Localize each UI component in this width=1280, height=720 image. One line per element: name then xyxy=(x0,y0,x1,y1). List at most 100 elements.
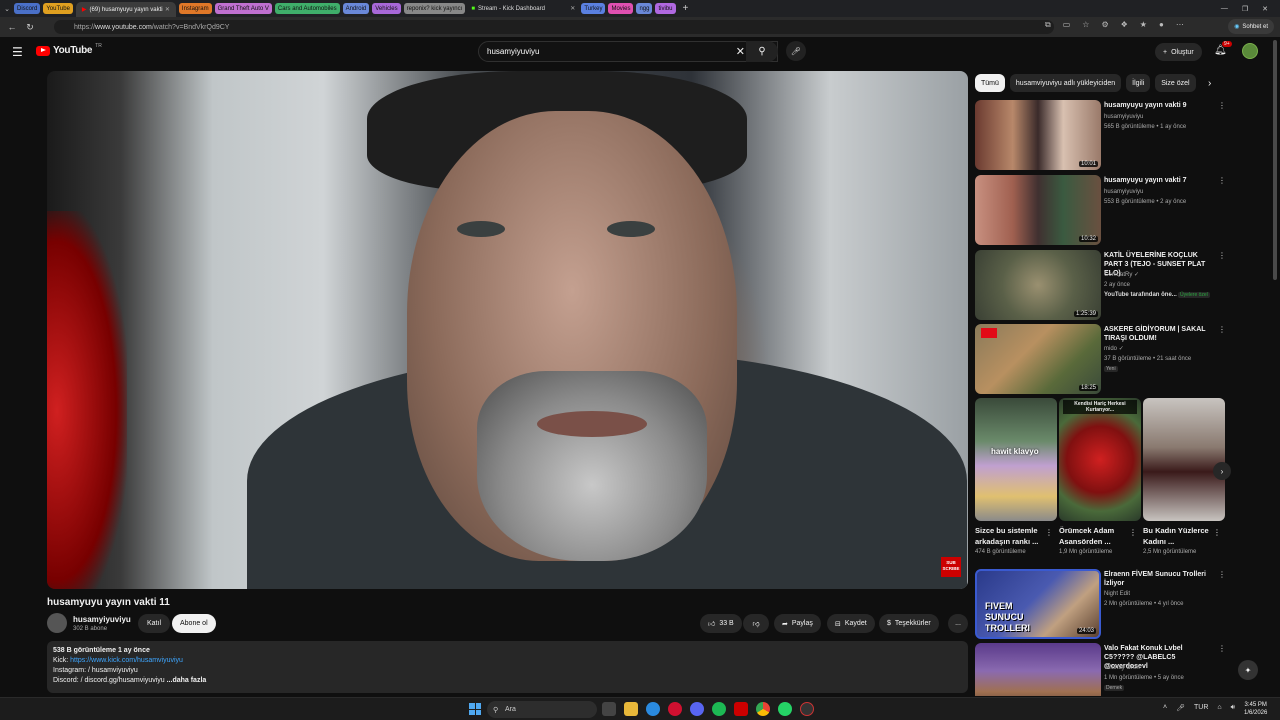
chip-related[interactable]: İlgili xyxy=(1126,74,1151,92)
windows-start-icon[interactable] xyxy=(469,703,481,715)
tab-group-cars[interactable]: Cars and Automobiles xyxy=(274,3,340,14)
channel-name[interactable]: husamyiyuviyu xyxy=(73,615,131,624)
taskbar-search[interactable]: ⚲ Ara xyxy=(487,701,597,718)
minimize-icon[interactable]: — xyxy=(1221,5,1228,12)
video-description[interactable]: 538 B görüntüleme 1 ay önce Kick: https:… xyxy=(47,641,968,693)
tab-group-android[interactable]: Android xyxy=(342,3,370,14)
save-button[interactable]: ⊟ Kaydet xyxy=(827,614,875,633)
tab-group-turkey[interactable]: Turkey xyxy=(581,3,606,14)
more-vert-icon[interactable]: ⋮ xyxy=(1218,251,1226,260)
search-button[interactable]: ⚲ xyxy=(746,41,778,62)
more-vert-icon[interactable]: ⋮ xyxy=(1218,644,1225,653)
language-indicator[interactable]: TUR xyxy=(1194,704,1208,712)
dislike-button[interactable]: 👎︎ xyxy=(743,614,769,633)
volume-icon[interactable]: 🔊︎ xyxy=(1231,704,1235,712)
kick-link[interactable]: https://www.kick.com/husamviyuviyu xyxy=(70,657,183,664)
translate-icon[interactable]: ⧉ xyxy=(1045,20,1051,30)
favorite-star-icon[interactable]: ☆ xyxy=(1082,20,1089,30)
clear-search-icon[interactable]: ✕ xyxy=(736,45,745,58)
tab-close-icon[interactable]: ✕ xyxy=(165,6,170,13)
page-scrollbar[interactable] xyxy=(1273,40,1277,280)
whatsapp-icon[interactable] xyxy=(778,702,792,716)
tab-menu-icon[interactable]: ⌄ xyxy=(0,0,14,17)
extensions-icon[interactable]: ⚙ xyxy=(1101,20,1108,30)
more-actions-button[interactable]: ... xyxy=(948,614,968,633)
floating-widget-icon[interactable]: ✦ xyxy=(1238,660,1258,680)
discord-icon[interactable] xyxy=(690,702,704,716)
tab-kick-dashboard[interactable]: ■ Stream - Kick Dashboard ✕ xyxy=(468,3,578,14)
recommended-video[interactable]: 18:25 ASKERE GİDİYORUM | SAKAL TIRAŞI OL… xyxy=(975,324,1226,394)
voice-search-button[interactable]: 🎤︎ xyxy=(786,41,806,61)
channel-avatar[interactable] xyxy=(47,613,67,633)
account-avatar[interactable] xyxy=(1242,43,1258,59)
like-button[interactable]: 👍︎ 33 B xyxy=(700,614,742,633)
copilot-chat-button[interactable]: ◉ Sohbet et xyxy=(1228,19,1274,34)
network-icon[interactable]: ⌂ xyxy=(1217,704,1221,712)
tab-group-vehicles[interactable]: Vehicles xyxy=(372,3,401,14)
tab-group-reponix[interactable]: reponix? kick yayıncı xyxy=(403,3,466,14)
tab-group-gta[interactable]: Grand Theft Auto V xyxy=(214,3,272,14)
chrome-icon[interactable] xyxy=(756,702,770,716)
tab-group-ngg[interactable]: ngg xyxy=(636,3,653,14)
chip-all[interactable]: Tümü xyxy=(975,74,1005,92)
edge-browser-icon[interactable] xyxy=(646,702,660,716)
file-explorer-icon[interactable] xyxy=(624,702,638,716)
restore-icon[interactable]: ❐ xyxy=(1242,5,1248,13)
new-tab-icon[interactable]: + xyxy=(683,3,689,14)
subscribe-button[interactable]: Abone ol xyxy=(172,614,216,633)
join-button[interactable]: Katıl xyxy=(138,614,171,633)
tab-active-youtube-video[interactable]: ▶ (69) husamyuyu yayın vakti ✕ xyxy=(75,2,176,17)
taskbar-clock[interactable]: 3:45 PM 1/6/2026 xyxy=(1244,701,1267,717)
sync-icon[interactable]: ❖ xyxy=(1121,20,1128,30)
youtube-logo[interactable]: YouTube TR xyxy=(36,43,102,56)
close-window-icon[interactable]: ✕ xyxy=(1262,5,1268,13)
back-icon[interactable]: ← xyxy=(6,22,18,32)
more-menu-icon[interactable]: ⋯ xyxy=(1176,20,1184,30)
tab-group-youtube[interactable]: YouTube xyxy=(43,3,73,14)
recommended-video[interactable]: 1:25:39 KATİL ÜYELERİNE KOÇLUK PART 3 (T… xyxy=(975,250,1226,320)
short-video[interactable]: Kendisi Hariç Herkesi Kurtarıyor... xyxy=(1059,398,1141,521)
more-vert-icon[interactable]: ⋮ xyxy=(1218,176,1226,185)
spotify-icon[interactable] xyxy=(712,702,726,716)
tab-group-movies[interactable]: Movies xyxy=(608,3,634,14)
share-button[interactable]: ➦ Paylaş xyxy=(774,614,821,633)
app-icon[interactable] xyxy=(800,702,814,716)
task-view-icon[interactable] xyxy=(602,702,616,716)
subscribe-watermark[interactable]: SUB SCRIBE xyxy=(941,557,961,577)
video-player[interactable]: SUB SCRIBE xyxy=(47,71,968,589)
hamburger-menu-icon[interactable]: ☰ xyxy=(12,45,23,59)
chevron-right-icon[interactable]: › xyxy=(1208,78,1211,89)
search-input[interactable]: husamyiyuviyu ✕ xyxy=(478,41,778,62)
tab-group-instagram[interactable]: Instagram xyxy=(178,3,212,14)
more-vert-icon[interactable]: ⋮ xyxy=(1045,528,1053,537)
address-bar[interactable]: https://www.youtube.com/watch?v=BndVkrQd… xyxy=(54,20,1054,34)
tab-group-tivibu[interactable]: tivibu xyxy=(655,3,676,14)
thanks-button[interactable]: $ Teşekkürler xyxy=(879,614,939,633)
chip-for-you[interactable]: Size özel xyxy=(1155,74,1196,92)
chip-from-uploader[interactable]: husamviyuviyu adlı yükleyiciden xyxy=(1009,74,1122,92)
more-vert-icon[interactable]: ⋮ xyxy=(1218,325,1226,334)
show-more-link[interactable]: ...daha fazla xyxy=(167,677,207,684)
recommended-video[interactable]: 10:32 husamyuyu yayın vakti 7 husamyiyuv… xyxy=(975,175,1226,245)
recommended-video[interactable]: 10:01 husamyuyu yayın vakti 9 husamyiyuv… xyxy=(975,100,1226,170)
opera-icon[interactable] xyxy=(668,702,682,716)
more-vert-icon[interactable]: ⋮ xyxy=(1218,570,1226,579)
short-video[interactable]: hawit klavyo xyxy=(975,398,1057,521)
recommended-video[interactable]: FIVEM SUNUCU TROLLERI 24:03 Elraenn FİVE… xyxy=(975,569,1226,639)
more-vert-icon[interactable]: ⋮ xyxy=(1218,101,1226,110)
more-vert-icon[interactable]: ⋮ xyxy=(1129,528,1137,537)
tab-close-icon[interactable]: ✕ xyxy=(570,5,575,12)
recommended-video[interactable]: Valo Fakat Konuk Lvbel C5????? @LABELC5 … xyxy=(975,643,1225,696)
profile-icon[interactable]: ● xyxy=(1159,20,1164,30)
tray-overflow-icon[interactable]: ˄ xyxy=(1163,704,1167,712)
create-button[interactable]: + Oluştur xyxy=(1155,43,1202,61)
tab-group-discord[interactable]: Discord xyxy=(14,3,41,14)
reload-icon[interactable]: ↻ xyxy=(24,22,36,33)
more-vert-icon[interactable]: ⋮ xyxy=(1213,528,1221,537)
shorts-next-button[interactable]: › xyxy=(1213,462,1231,480)
short-video[interactable] xyxy=(1143,398,1225,521)
reader-icon[interactable]: ▭ xyxy=(1063,20,1071,30)
mic-icon[interactable]: 🎤︎ xyxy=(1176,704,1185,712)
collections-icon[interactable]: ★ xyxy=(1140,20,1147,30)
game-launcher-icon[interactable] xyxy=(734,702,748,716)
